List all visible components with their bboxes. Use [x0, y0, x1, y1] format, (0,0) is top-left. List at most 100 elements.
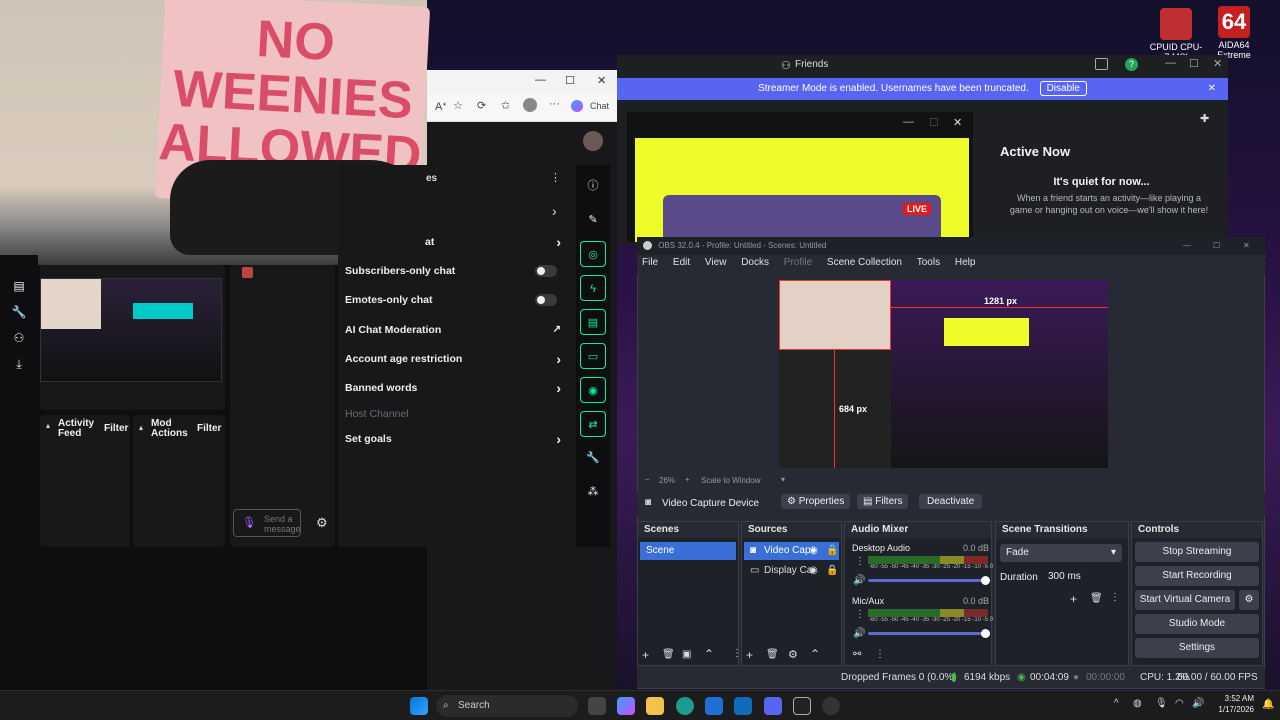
menu-file[interactable]: File: [642, 257, 658, 268]
extension-icon[interactable]: ⟳: [477, 99, 486, 112]
channel-menu-icon[interactable]: ⋮: [855, 556, 865, 567]
filters-button[interactable]: ▤ Filters: [857, 494, 909, 509]
info-icon[interactable]: ⓘ: [580, 173, 606, 199]
studio-mode-button[interactable]: Studio Mode: [1135, 614, 1259, 634]
menu-docks[interactable]: Docks: [741, 257, 769, 268]
source-item[interactable]: Video Cap ◙ ◉ 🔒: [744, 542, 839, 560]
subscribers-only-toggle[interactable]: [535, 265, 557, 277]
close-button[interactable]: ✕: [1243, 237, 1250, 255]
microphone-icon[interactable]: 🎙: [1155, 698, 1168, 709]
menu-edit[interactable]: Edit: [673, 257, 690, 268]
settings-row-set-goals[interactable]: Set goals ›: [345, 429, 565, 449]
microphone-icon[interactable]: 🎙: [242, 516, 256, 529]
source-item[interactable]: Display Ca ▭ ◉ 🔒: [744, 562, 839, 580]
add-transition-button[interactable]: +: [1070, 592, 1077, 606]
channel-menu-icon[interactable]: ⋮: [855, 609, 865, 620]
store-icon[interactable]: [705, 697, 723, 715]
maximize-button[interactable]: ☐: [1213, 237, 1220, 255]
remove-transition-icon[interactable]: 🗑: [1090, 593, 1103, 604]
move-up-icon[interactable]: ⌃: [704, 647, 714, 661]
close-button[interactable]: ✕: [597, 74, 606, 87]
edge-icon[interactable]: [676, 697, 694, 715]
menu-view[interactable]: View: [705, 257, 727, 268]
new-group-icon[interactable]: ✚: [1200, 112, 1209, 125]
chevron-up-icon[interactable]: ^: [1114, 698, 1119, 709]
stream-manager-icon[interactable]: ▤: [0, 279, 38, 305]
menu-scene-collection[interactable]: Scene Collection: [827, 257, 902, 268]
minimize-button[interactable]: —: [1183, 237, 1191, 255]
edit-icon[interactable]: ✎: [580, 207, 606, 233]
scene-item[interactable]: Scene: [640, 542, 736, 560]
settings-row-subscribers-only[interactable]: Subscribers-only chat: [345, 261, 565, 281]
emotes-only-toggle[interactable]: [535, 294, 557, 306]
clip-icon[interactable]: ◎: [580, 241, 606, 267]
zoom-out-button[interactable]: −: [645, 475, 650, 484]
mic-audio-slider[interactable]: [868, 629, 990, 638]
chat-icon[interactable]: ▭: [580, 343, 606, 369]
settings-row-emotes-only[interactable]: Emotes-only chat: [345, 290, 565, 310]
move-up-icon[interactable]: ⌃: [810, 647, 820, 661]
settings-row-chat[interactable]: at ›: [345, 232, 565, 252]
taskbar-search[interactable]: ⌕ Search: [436, 695, 578, 717]
ad-icon[interactable]: ϟ: [580, 275, 606, 301]
more-options-icon[interactable]: ⋮: [875, 649, 885, 660]
virtual-camera-settings-icon[interactable]: ⚙: [1239, 590, 1259, 610]
task-view-icon[interactable]: [588, 697, 606, 715]
expand-icon[interactable]: ▴: [46, 421, 50, 430]
properties-button[interactable]: ⚙ Properties: [781, 494, 851, 509]
notifications-icon[interactable]: 🔔: [1262, 699, 1274, 710]
speaker-icon[interactable]: 🔊: [853, 575, 865, 586]
obs-preview-canvas[interactable]: 1281 px 684 px: [779, 280, 1108, 468]
maximize-button[interactable]: ☐: [565, 74, 575, 87]
menu-help[interactable]: Help: [955, 257, 976, 268]
favorite-icon[interactable]: ☆: [453, 99, 463, 112]
maximize-button[interactable]: ☐: [1189, 57, 1199, 70]
more-icon[interactable]: ···: [549, 98, 560, 110]
lock-icon[interactable]: 🔒: [826, 562, 838, 580]
network-icon[interactable]: ◍: [1133, 698, 1142, 709]
add-source-button[interactable]: +: [746, 648, 753, 662]
expand-icon[interactable]: ▴: [139, 423, 143, 432]
link-icon[interactable]: ⚯: [853, 649, 861, 660]
zoom-in-button[interactable]: +: [685, 475, 690, 484]
desktop-icon-aida64[interactable]: 64 AIDA64 Extreme: [1206, 6, 1262, 60]
preview-webcam-source[interactable]: [779, 280, 891, 350]
upload-icon[interactable]: ⤓: [0, 357, 38, 383]
copilot-taskbar-icon[interactable]: [617, 697, 635, 715]
start-recording-button[interactable]: Start Recording: [1135, 566, 1259, 586]
menu-tools[interactable]: Tools: [917, 257, 940, 268]
avatar[interactable]: [583, 131, 603, 151]
minimize-button[interactable]: —: [535, 74, 546, 86]
chevron-down-icon[interactable]: ▾: [781, 475, 785, 484]
close-button[interactable]: ✕: [1213, 57, 1222, 70]
remove-scene-icon[interactable]: 🗑: [662, 649, 675, 660]
file-explorer-icon[interactable]: [646, 697, 664, 715]
preview-display-source[interactable]: [891, 280, 1108, 468]
clock-time[interactable]: 3:52 AM: [1210, 694, 1254, 703]
remove-source-icon[interactable]: 🗑: [766, 649, 779, 660]
notes-icon[interactable]: ▤: [580, 309, 606, 335]
outlook-icon[interactable]: [734, 697, 752, 715]
chat-settings-icon[interactable]: ⚙: [316, 515, 328, 531]
more-options-icon[interactable]: ⋮: [550, 171, 561, 184]
raid-icon[interactable]: ⇄: [580, 411, 606, 437]
deactivate-button[interactable]: Deactivate: [919, 494, 983, 509]
chevron-right-icon[interactable]: ›: [552, 203, 557, 219]
settings-row-ai-moderation[interactable]: AI Chat Moderation ↗: [345, 320, 565, 340]
clock-date[interactable]: 1/17/2026: [1210, 705, 1254, 714]
favorites-icon[interactable]: ✩: [501, 99, 510, 112]
settings-button[interactable]: Settings: [1135, 638, 1259, 658]
disable-button[interactable]: Disable: [1039, 81, 1087, 96]
obs-taskbar-icon[interactable]: [822, 697, 840, 715]
chat-button[interactable]: Chat: [590, 101, 609, 111]
volume-icon[interactable]: 🔊: [1192, 698, 1204, 709]
send-message-input[interactable]: 🎙 Send a message: [233, 509, 301, 537]
gear-icon[interactable]: ⚙: [788, 648, 798, 661]
more-options-icon[interactable]: ⋮: [1110, 592, 1120, 603]
community-icon[interactable]: ⚇: [0, 331, 38, 357]
mod-actions-filter-button[interactable]: Filter: [197, 423, 221, 434]
inbox-icon[interactable]: [1095, 58, 1108, 70]
start-virtual-camera-button[interactable]: Start Virtual Camera: [1135, 590, 1235, 610]
eye-icon[interactable]: ◉: [809, 562, 818, 580]
close-button[interactable]: ✕: [953, 116, 962, 129]
